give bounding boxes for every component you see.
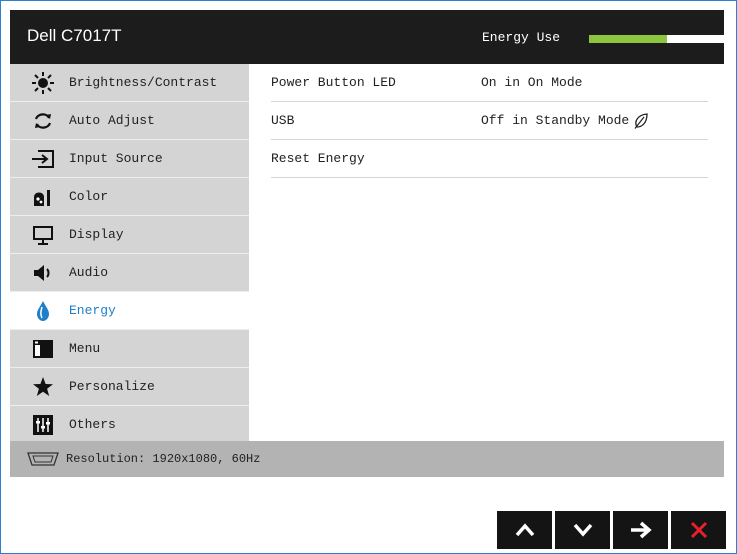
star-icon [28,376,58,398]
setting-label: Power Button LED [271,75,396,90]
sidebar-item-color[interactable]: Color [10,178,249,216]
setting-label: Reset Energy [271,151,365,166]
sidebar: Brightness/Contrast Auto Adjust Input So… [10,64,249,444]
vga-connector-icon [26,451,60,467]
chevron-down-icon [573,523,593,537]
display-icon [28,224,58,246]
sliders-icon [28,414,58,436]
setting-value: Off in Standby Mode [481,113,630,128]
sidebar-item-label: Auto Adjust [69,113,155,128]
menu-icon [28,338,58,360]
sidebar-item-label: Audio [69,265,109,280]
sidebar-item-label: Color [69,189,109,204]
status-bar: Resolution: 1920x1080, 60Hz [10,441,724,477]
energy-settings-panel: Power Button LED On in On Mode USB Off i… [249,64,724,441]
setting-value: On in On Mode [481,75,583,90]
sidebar-item-label: Others [69,417,116,432]
sidebar-item-others[interactable]: Others [10,406,249,444]
resolution-text: Resolution: 1920x1080, 60Hz [66,452,261,466]
nav-up-button[interactable] [497,511,552,549]
osd-menu: Dell C7017T Energy Use Brightness/Contra… [10,10,724,477]
sidebar-item-energy[interactable]: Energy [10,292,249,330]
close-icon [690,521,708,539]
auto-adjust-icon [28,110,58,132]
sidebar-item-label: Display [69,227,124,242]
sidebar-item-auto-adjust[interactable]: Auto Adjust [10,102,249,140]
arrow-right-icon [630,521,652,539]
energy-use-meter [589,35,724,43]
energy-use-meter-fill [589,35,668,43]
sidebar-item-audio[interactable]: Audio [10,254,249,292]
sidebar-item-label: Menu [69,341,101,356]
sidebar-item-display[interactable]: Display [10,216,249,254]
leaf-icon [634,112,648,129]
energy-drop-icon [28,300,58,322]
usb-row[interactable]: USB Off in Standby Mode [271,102,708,140]
brightness-icon [28,71,58,94]
nav-enter-button[interactable] [613,511,668,549]
speaker-icon [28,262,58,284]
sidebar-item-menu[interactable]: Menu [10,330,249,368]
nav-down-button[interactable] [555,511,610,549]
title-bar: Dell C7017T Energy Use [10,10,724,64]
power-button-led-row[interactable]: Power Button LED On in On Mode [271,64,708,102]
sidebar-item-input-source[interactable]: Input Source [10,140,249,178]
sidebar-item-label: Energy [69,303,116,318]
sidebar-item-label: Brightness/Contrast [69,75,218,90]
sidebar-item-label: Personalize [69,379,155,394]
color-icon [28,186,58,208]
sidebar-item-label: Input Source [69,151,163,166]
setting-label: USB [271,113,295,128]
energy-use-label: Energy Use [482,30,561,45]
sidebar-item-personalize[interactable]: Personalize [10,368,249,406]
chevron-up-icon [515,523,535,537]
monitor-model-title: Dell C7017T [27,26,122,45]
sidebar-item-brightness-contrast[interactable]: Brightness/Contrast [10,64,249,102]
nav-exit-button[interactable] [671,511,726,549]
reset-energy-row[interactable]: Reset Energy [271,140,708,178]
input-source-icon [28,148,58,170]
